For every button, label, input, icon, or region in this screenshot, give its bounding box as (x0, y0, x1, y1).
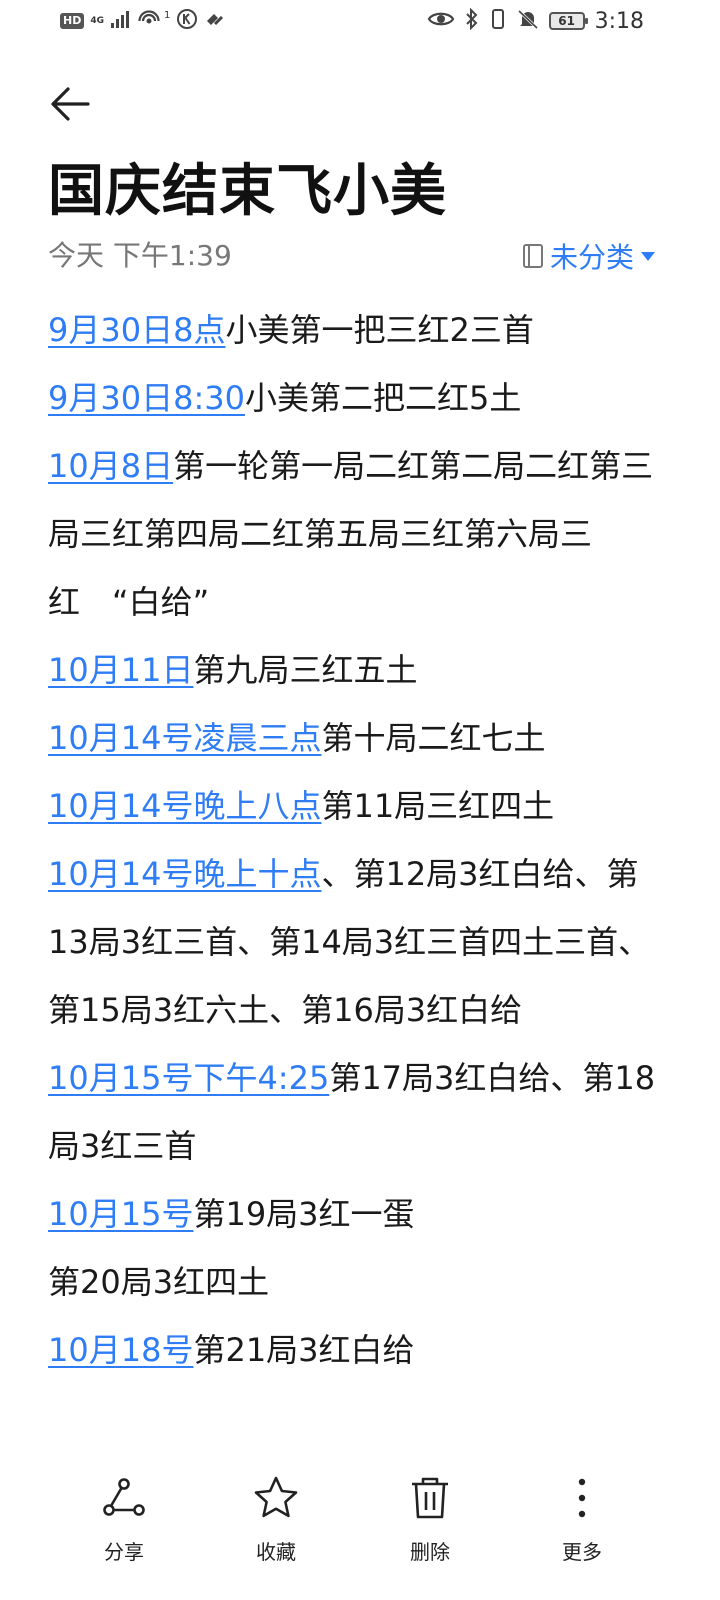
share-label: 分享 (104, 1540, 144, 1564)
date-link[interactable]: 10月8日 (48, 447, 173, 485)
note-line-text: 第21局3红白给 (193, 1331, 415, 1369)
bottom-action-bar: 分享 收藏 删除 更多 (0, 1464, 720, 1600)
note-line: 9月30日8:30小美第二把二红5土 (48, 364, 658, 432)
note-line: 10月11日第九局三红五土 (48, 636, 658, 704)
back-arrow-icon (51, 87, 90, 121)
date-link[interactable]: 10月14号凌晨三点 (48, 719, 321, 757)
note-line: 10月15号下午4:25第17局3红白给、第18局3红三首 (48, 1044, 658, 1180)
delete-label: 删除 (410, 1540, 450, 1564)
note-line: 10月15号第19局3红一蛋 (48, 1180, 658, 1248)
share-button[interactable]: 分享 (54, 1474, 194, 1574)
dropdown-triangle-icon (641, 252, 655, 261)
clock: 3:18 (594, 8, 644, 34)
date-link[interactable]: 10月15号 (48, 1195, 193, 1233)
date-link[interactable]: 10月11日 (48, 651, 193, 689)
delete-button[interactable]: 删除 (360, 1474, 500, 1574)
network-type: 4G (90, 15, 104, 26)
note-title[interactable]: 国庆结束飞小美 (48, 152, 447, 232)
eye-icon (427, 9, 455, 33)
date-link[interactable]: 9月30日8:30 (48, 379, 245, 417)
signal-icon (110, 9, 132, 33)
date-link[interactable]: 9月30日8点 (48, 311, 225, 349)
note-line: 10月18号第21局3红白给 (48, 1316, 658, 1384)
mute-icon (517, 8, 539, 34)
note-line: 10月14号凌晨三点第十局二红七土 (48, 704, 658, 772)
date-link[interactable]: 10月18号 (48, 1331, 193, 1369)
note-line: 10月14号晚上八点第11局三红四土 (48, 772, 658, 840)
share-icon (103, 1478, 145, 1516)
date-link[interactable]: 10月14号晚上十点 (48, 855, 321, 893)
note-line-text: 小美第二把二红5土 (244, 379, 522, 417)
hd-badge: HD (60, 13, 85, 29)
note-line-text: 第九局三红五土 (193, 651, 418, 689)
hotspot-count: 1 (164, 9, 171, 21)
note-line: 10月14号晚上十点、第12局3红白给、第13局3红三首、第14局3红三首四土三… (48, 840, 658, 1044)
link-icon (204, 9, 228, 33)
note-line-text: 第20局3红四土 (48, 1263, 270, 1301)
note-body[interactable]: 9月30日8点小美第一把三红2三首 9月30日8:30小美第二把二红5土 10月… (48, 296, 658, 1384)
notebook-icon (522, 244, 543, 268)
note-line: 第20局3红四土 (48, 1248, 658, 1316)
status-right: 61 3:18 (427, 7, 644, 34)
favorite-button[interactable]: 收藏 (206, 1474, 346, 1574)
category-selector[interactable]: 未分类 (522, 236, 656, 276)
star-icon (254, 1476, 298, 1518)
battery-icon: 61 (548, 12, 588, 30)
more-label: 更多 (562, 1540, 602, 1564)
status-bar: HD 4G 1 61 3:18 (0, 0, 720, 46)
note-line: 9月30日8点小美第一把三红2三首 (48, 296, 658, 364)
hotspot-icon (138, 8, 164, 34)
trash-icon (412, 1477, 448, 1519)
back-button[interactable] (44, 78, 96, 130)
note-line-text: 第19局3红一蛋 (193, 1195, 415, 1233)
favorite-label: 收藏 (256, 1540, 296, 1564)
note-line-text: 第十局二红七土 (321, 719, 546, 757)
more-vertical-icon (578, 1478, 586, 1518)
note-line-text: 小美第一把三红2三首 (225, 311, 534, 349)
status-left: HD 4G 1 (60, 8, 228, 34)
battery-level: 61 (558, 14, 575, 28)
vibrate-icon (489, 8, 507, 34)
more-button[interactable]: 更多 (512, 1474, 652, 1574)
note-timestamp: 今天 下午1:39 (48, 239, 232, 272)
category-label: 未分类 (549, 241, 634, 274)
bluetooth-icon (465, 7, 479, 34)
note-line-text: 第11局三红四土 (321, 787, 555, 825)
k-app-icon (176, 8, 198, 34)
note-line: 10月8日第一轮第一局二红第二局二红第三局三红第四局二红第五局三红第六局三红 “… (48, 432, 658, 636)
date-link[interactable]: 10月15号下午4:25 (48, 1059, 329, 1097)
date-link[interactable]: 10月14号晚上八点 (48, 787, 321, 825)
